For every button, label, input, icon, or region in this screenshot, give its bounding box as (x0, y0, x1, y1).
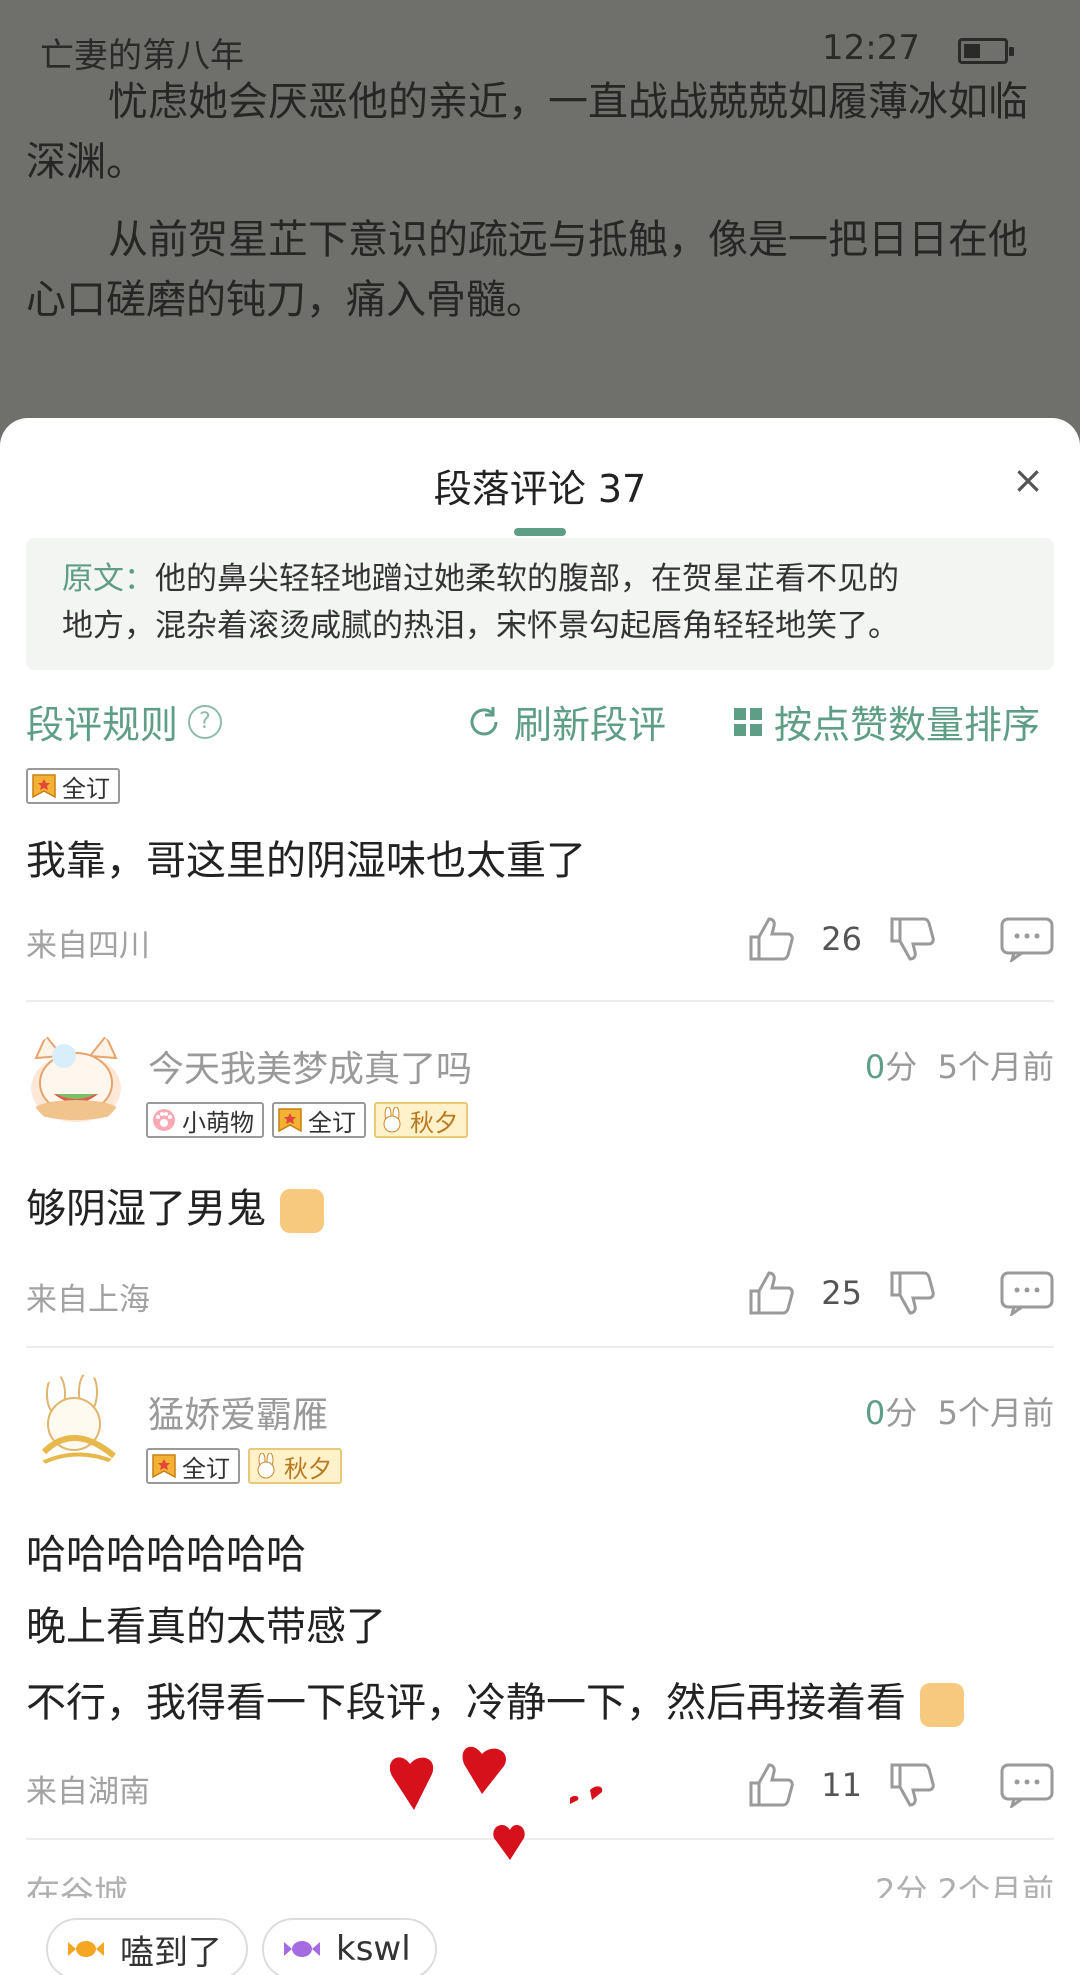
title-underline (514, 528, 566, 536)
comment-actions: 11 (747, 1760, 1054, 1810)
commenter-name[interactable]: 在谷城 (26, 1866, 128, 1898)
heart-icon (390, 1746, 603, 1860)
book-title: 亡妻的第八年 (40, 36, 244, 76)
crown-icon (152, 1454, 176, 1479)
comment-text: 够阴湿了男鬼 (26, 1176, 324, 1234)
rules-button[interactable]: 段评规则 ? (26, 694, 223, 749)
comment-score: 0分 5个月前 (864, 1048, 1054, 1086)
divider (26, 1346, 1054, 1348)
like-count: 26 (821, 920, 862, 958)
comment-score: 2分 2个月前 (875, 1872, 1054, 1898)
reader-paragraph: 从前贺星芷下意识的疏远与抵触，像是一把日日在他心口磋磨的钝刀，痛入骨髓。 (26, 217, 1028, 323)
crown-icon (32, 774, 56, 799)
comment-text: 我靠，哥这里的阴湿味也太重了 (26, 838, 586, 884)
reply-icon[interactable] (1000, 1270, 1054, 1316)
tag-pill[interactable]: 嗑到了 (46, 1918, 248, 1975)
sheet-title: 段落评论 37 (433, 467, 647, 511)
sort-label: 按点赞数量排序 (774, 703, 1041, 747)
reader-paragraph: 忧虑她会厌恶他的亲近，一直战战兢兢如履薄冰如临深渊。 (26, 79, 1028, 185)
avatar[interactable] (26, 1374, 126, 1474)
grid-icon (734, 707, 762, 736)
comment-text-line: 不行，我得看一下段评，冷静一下，然后再接着看 (26, 1670, 964, 1728)
comment-item: 全订 我靠，哥这里的阴湿味也太重了 来自四川 26 (26, 768, 1054, 1008)
reader-background: 亡妻的第八年 12:27 忧虑她会厌恶他的亲近，一直战战兢兢如履薄冰如临深渊。 … (0, 0, 1080, 440)
thumb-down-icon[interactable] (888, 1761, 938, 1809)
comment-score: 0分 5个月前 (864, 1394, 1054, 1432)
candy-icon (68, 1941, 104, 1957)
comment-actions: 25 (747, 1268, 1054, 1318)
avatar[interactable] (26, 1028, 126, 1128)
reply-icon[interactable] (1000, 1762, 1054, 1808)
original-text-box: 原文：他的鼻尖轻轻地蹭过她柔软的腹部，在贺星芷看不见的 地方，混杂着滚烫咸腻的热… (26, 538, 1054, 670)
crown-icon (278, 1108, 302, 1133)
badge-full-subscribe: 全订 (146, 1448, 240, 1484)
badge-full-subscribe: 全订 (272, 1102, 366, 1138)
paw-icon (153, 1109, 175, 1131)
commenter-name[interactable]: 猛娇爱霸雁 (148, 1386, 328, 1438)
rules-label: 段评规则 (26, 703, 179, 747)
thumb-up-icon[interactable] (747, 1269, 797, 1317)
badge-qixi: 秋夕 (248, 1448, 342, 1484)
original-label: 原文： (62, 561, 155, 597)
thumb-up-icon[interactable] (747, 1761, 797, 1809)
thumb-up-icon[interactable] (747, 915, 797, 963)
comment-location: 来自上海 (26, 1282, 150, 1318)
thumb-down-icon[interactable] (888, 915, 938, 963)
comment-item: 今天我美梦成真了吗 0分 5个月前 小萌物 全订 秋夕 够阴湿了男鬼 来自上海 … (26, 1028, 1054, 1348)
paragraph-comments-sheet: 段落评论 37 × 原文：他的鼻尖轻轻地蹭过她柔软的腹部，在贺星芷看不见的 地方… (0, 418, 1080, 1975)
badge-cute: 小萌物 (146, 1102, 264, 1138)
refresh-button[interactable]: 刷新段评 (466, 694, 666, 749)
original-text: 他的鼻尖轻轻地蹭过她柔软的腹部，在贺星芷看不见的 (155, 561, 899, 597)
comment-actions: 26 (747, 914, 1054, 964)
like-count: 25 (821, 1274, 862, 1312)
comment-location: 来自湖南 (26, 1774, 150, 1810)
thumb-down-icon[interactable] (888, 1269, 938, 1317)
battery-icon (958, 38, 1014, 64)
comment-text-line: 晚上看真的太带感了 (26, 1604, 386, 1650)
rabbit-icon (383, 1107, 401, 1133)
emoji-icon (920, 1683, 964, 1727)
refresh-icon (470, 706, 498, 735)
comment-toolbar: 段评规则 ? 刷新段评 按点赞数量排序 (26, 694, 1054, 754)
reaction-tags: 嗑到了 kswl (46, 1918, 451, 1975)
divider (26, 1000, 1054, 1002)
commenter-name[interactable]: 今天我美梦成真了吗 (148, 1040, 472, 1092)
emoji-icon (280, 1189, 324, 1233)
sort-button[interactable]: 按点赞数量排序 (734, 694, 1040, 749)
candy-icon (284, 1941, 320, 1957)
badge-qixi: 秋夕 (374, 1102, 468, 1138)
refresh-label: 刷新段评 (514, 703, 667, 747)
badge-row: 全订 (26, 768, 128, 804)
comment-item: 猛娇爱霸雁 0分 5个月前 全订 秋夕 哈哈哈哈哈哈哈 晚上看真的太带感了 不行… (26, 1374, 1054, 1810)
rabbit-icon (257, 1453, 275, 1479)
like-count: 11 (821, 1766, 862, 1804)
badge-full-subscribe: 全订 (26, 768, 120, 804)
badge-row: 小萌物 全订 秋夕 (146, 1102, 476, 1138)
status-bar: 亡妻的第八年 12:27 (40, 22, 1040, 78)
reply-icon[interactable] (1000, 916, 1054, 962)
close-icon[interactable]: × (1012, 458, 1044, 502)
badge-row: 全订 秋夕 (146, 1448, 350, 1484)
comment-text-line: 哈哈哈哈哈哈哈 (26, 1532, 306, 1578)
help-icon: ? (188, 704, 223, 739)
comment-location: 来自四川 (26, 928, 150, 964)
tag-pill[interactable]: kswl (262, 1918, 437, 1975)
original-text: 地方，混杂着滚烫咸腻的热泪，宋怀景勾起唇角轻轻地笑了。 (62, 608, 899, 644)
clock: 12:27 (822, 28, 920, 68)
